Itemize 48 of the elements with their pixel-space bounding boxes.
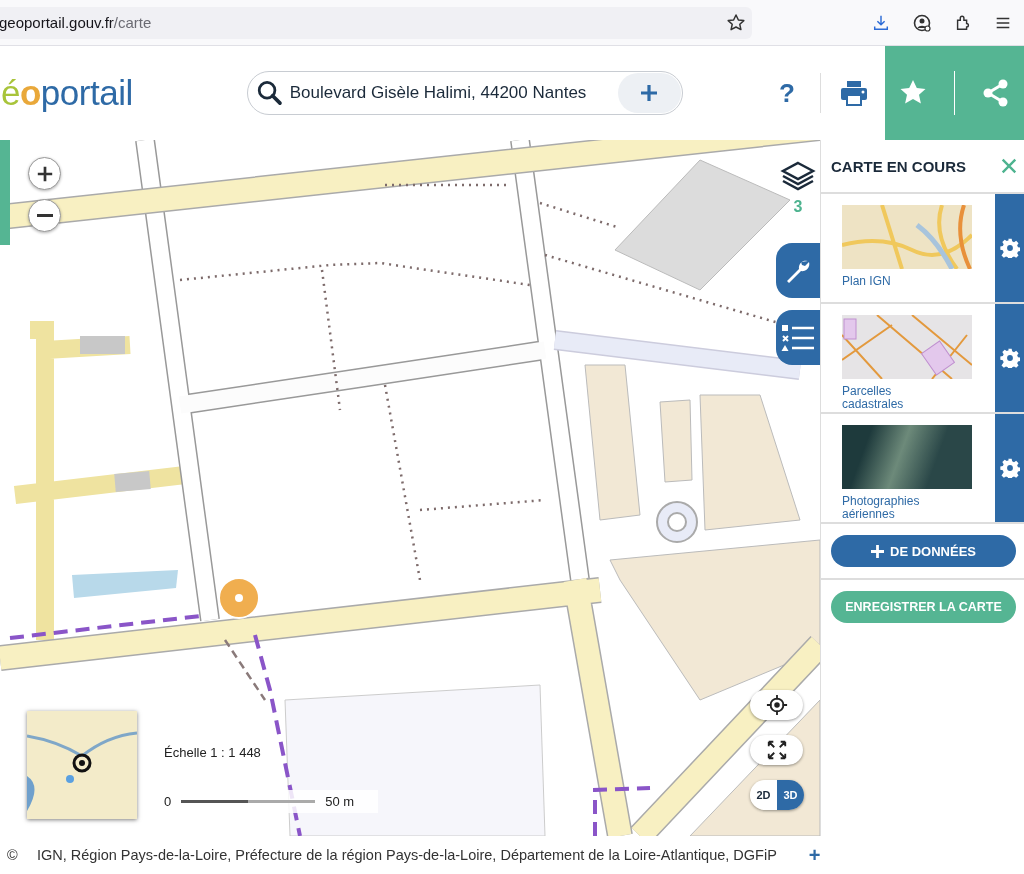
- url-path: /carte: [113, 14, 152, 31]
- search-icon: [256, 79, 284, 107]
- layer-name[interactable]: Plan IGN: [842, 275, 952, 288]
- plus-icon: [35, 164, 54, 183]
- scale-end-label: 50 m: [325, 794, 355, 809]
- expand-arrows-icon: [765, 739, 788, 761]
- layer-name[interactable]: Photographies aériennes: [842, 495, 952, 521]
- location-marker-icon[interactable]: [217, 576, 261, 620]
- layer-count: 3: [793, 198, 803, 216]
- gear-icon: [999, 458, 1020, 478]
- crosshair-icon: [765, 694, 788, 716]
- bookmark-star-icon[interactable]: [726, 12, 746, 33]
- attribution-expand-button[interactable]: +: [802, 842, 827, 868]
- paved-block: [114, 471, 151, 492]
- add-data-button[interactable]: DE DONNÉES: [831, 535, 1016, 567]
- print-icon[interactable]: [839, 78, 869, 108]
- copyright-symbol: ©: [7, 847, 19, 863]
- dashed-trail: [223, 639, 267, 701]
- legend-tab[interactable]: [776, 310, 820, 365]
- layer-name[interactable]: Parcelles cadastrales: [842, 385, 952, 411]
- layer-settings-button[interactable]: [995, 414, 1024, 522]
- plus-icon: [871, 544, 884, 558]
- layer-settings-button[interactable]: [995, 304, 1024, 412]
- url-host: geoportail.gouv.fr: [0, 14, 114, 31]
- download-icon[interactable]: [872, 13, 890, 32]
- search-field[interactable]: Boulevard Gisèle Halimi, 44200 Nantes: [247, 71, 683, 115]
- roundabout: [656, 501, 698, 543]
- search-input[interactable]: Boulevard Gisèle Halimi, 44200 Nantes: [283, 82, 618, 104]
- attribution-text: IGN, Région Pays-de-la-Loire, Préfecture de la région Pays-de-la-Loire, Département de la Loire-Atlantique, DGFiP: [37, 847, 777, 863]
- layer-settings-button[interactable]: [995, 194, 1024, 302]
- legend-list-icon: [781, 322, 815, 353]
- panel-title: CARTE EN COURS: [831, 157, 966, 175]
- gear-icon: [999, 348, 1020, 368]
- address-bar[interactable]: geoportail.gouv.fr/carte: [0, 6, 752, 39]
- paved-block: [80, 336, 125, 354]
- gear-icon: [999, 238, 1020, 258]
- plus-icon: [639, 83, 660, 103]
- extensions-icon[interactable]: [954, 13, 972, 32]
- scale-start-label: 0: [164, 794, 172, 809]
- help-button[interactable]: ?: [772, 76, 802, 110]
- close-icon[interactable]: [1000, 157, 1018, 175]
- scale-ratio: Échelle 1 : 1 448: [164, 745, 262, 760]
- site-logo[interactable]: éoportail: [1, 73, 247, 113]
- tools-tab[interactable]: [776, 243, 820, 298]
- add-button[interactable]: [617, 73, 681, 113]
- minus-icon: [36, 214, 53, 217]
- layers-icon[interactable]: [780, 160, 816, 192]
- account-icon[interactable]: [912, 12, 932, 33]
